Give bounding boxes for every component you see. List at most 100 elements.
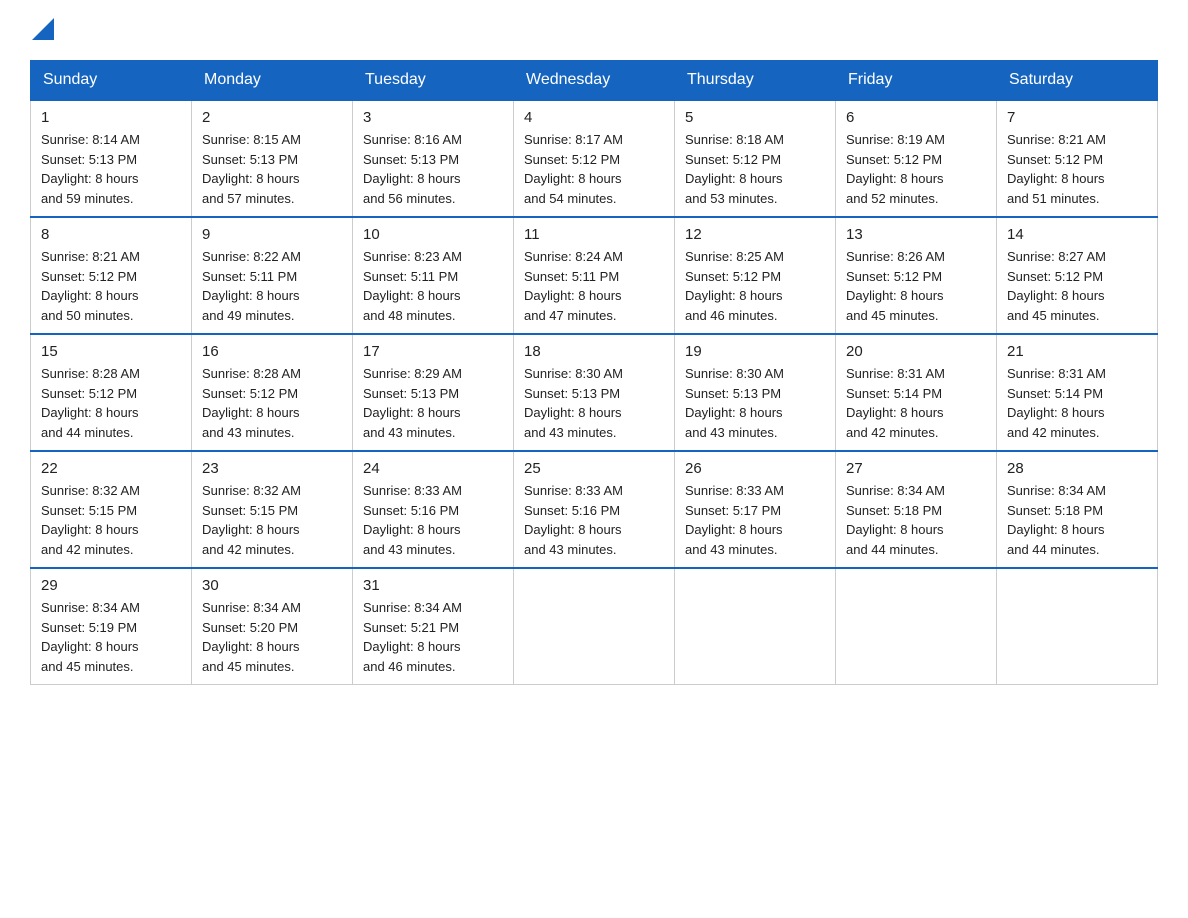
day-number: 31 <box>363 577 503 594</box>
weekday-header-wednesday: Wednesday <box>514 61 675 101</box>
day-info: Sunrise: 8:34 AMSunset: 5:21 PMDaylight:… <box>363 598 503 676</box>
weekday-header-tuesday: Tuesday <box>353 61 514 101</box>
day-info: Sunrise: 8:24 AMSunset: 5:11 PMDaylight:… <box>524 247 664 325</box>
calendar-cell: 12 Sunrise: 8:25 AMSunset: 5:12 PMDaylig… <box>675 217 836 334</box>
day-number: 4 <box>524 109 664 126</box>
calendar-cell <box>997 568 1158 685</box>
calendar-cell: 19 Sunrise: 8:30 AMSunset: 5:13 PMDaylig… <box>675 334 836 451</box>
day-number: 18 <box>524 343 664 360</box>
day-number: 20 <box>846 343 986 360</box>
day-number: 14 <box>1007 226 1147 243</box>
calendar-cell: 25 Sunrise: 8:33 AMSunset: 5:16 PMDaylig… <box>514 451 675 568</box>
calendar-week-row: 29 Sunrise: 8:34 AMSunset: 5:19 PMDaylig… <box>31 568 1158 685</box>
calendar-cell: 8 Sunrise: 8:21 AMSunset: 5:12 PMDayligh… <box>31 217 192 334</box>
calendar-cell: 1 Sunrise: 8:14 AMSunset: 5:13 PMDayligh… <box>31 100 192 217</box>
calendar-cell: 30 Sunrise: 8:34 AMSunset: 5:20 PMDaylig… <box>192 568 353 685</box>
day-info: Sunrise: 8:14 AMSunset: 5:13 PMDaylight:… <box>41 130 181 208</box>
calendar-cell: 13 Sunrise: 8:26 AMSunset: 5:12 PMDaylig… <box>836 217 997 334</box>
calendar-table: SundayMondayTuesdayWednesdayThursdayFrid… <box>30 60 1158 685</box>
calendar-cell: 6 Sunrise: 8:19 AMSunset: 5:12 PMDayligh… <box>836 100 997 217</box>
day-info: Sunrise: 8:23 AMSunset: 5:11 PMDaylight:… <box>363 247 503 325</box>
day-info: Sunrise: 8:31 AMSunset: 5:14 PMDaylight:… <box>1007 364 1147 442</box>
day-number: 9 <box>202 226 342 243</box>
day-info: Sunrise: 8:18 AMSunset: 5:12 PMDaylight:… <box>685 130 825 208</box>
calendar-cell: 7 Sunrise: 8:21 AMSunset: 5:12 PMDayligh… <box>997 100 1158 217</box>
day-info: Sunrise: 8:28 AMSunset: 5:12 PMDaylight:… <box>202 364 342 442</box>
calendar-cell: 10 Sunrise: 8:23 AMSunset: 5:11 PMDaylig… <box>353 217 514 334</box>
day-info: Sunrise: 8:31 AMSunset: 5:14 PMDaylight:… <box>846 364 986 442</box>
day-info: Sunrise: 8:33 AMSunset: 5:16 PMDaylight:… <box>524 481 664 559</box>
calendar-cell <box>836 568 997 685</box>
day-info: Sunrise: 8:21 AMSunset: 5:12 PMDaylight:… <box>1007 130 1147 208</box>
day-info: Sunrise: 8:34 AMSunset: 5:19 PMDaylight:… <box>41 598 181 676</box>
page-header <box>30 20 1158 40</box>
day-number: 15 <box>41 343 181 360</box>
calendar-cell: 2 Sunrise: 8:15 AMSunset: 5:13 PMDayligh… <box>192 100 353 217</box>
day-number: 7 <box>1007 109 1147 126</box>
calendar-cell: 27 Sunrise: 8:34 AMSunset: 5:18 PMDaylig… <box>836 451 997 568</box>
calendar-week-row: 22 Sunrise: 8:32 AMSunset: 5:15 PMDaylig… <box>31 451 1158 568</box>
day-number: 6 <box>846 109 986 126</box>
day-number: 22 <box>41 460 181 477</box>
day-info: Sunrise: 8:26 AMSunset: 5:12 PMDaylight:… <box>846 247 986 325</box>
weekday-header-monday: Monday <box>192 61 353 101</box>
calendar-cell: 23 Sunrise: 8:32 AMSunset: 5:15 PMDaylig… <box>192 451 353 568</box>
weekday-header-sunday: Sunday <box>31 61 192 101</box>
calendar-week-row: 8 Sunrise: 8:21 AMSunset: 5:12 PMDayligh… <box>31 217 1158 334</box>
calendar-cell: 28 Sunrise: 8:34 AMSunset: 5:18 PMDaylig… <box>997 451 1158 568</box>
day-info: Sunrise: 8:16 AMSunset: 5:13 PMDaylight:… <box>363 130 503 208</box>
day-info: Sunrise: 8:30 AMSunset: 5:13 PMDaylight:… <box>524 364 664 442</box>
calendar-cell: 24 Sunrise: 8:33 AMSunset: 5:16 PMDaylig… <box>353 451 514 568</box>
calendar-week-row: 15 Sunrise: 8:28 AMSunset: 5:12 PMDaylig… <box>31 334 1158 451</box>
calendar-cell: 14 Sunrise: 8:27 AMSunset: 5:12 PMDaylig… <box>997 217 1158 334</box>
day-number: 13 <box>846 226 986 243</box>
calendar-cell: 31 Sunrise: 8:34 AMSunset: 5:21 PMDaylig… <box>353 568 514 685</box>
calendar-cell: 15 Sunrise: 8:28 AMSunset: 5:12 PMDaylig… <box>31 334 192 451</box>
day-info: Sunrise: 8:28 AMSunset: 5:12 PMDaylight:… <box>41 364 181 442</box>
weekday-header-saturday: Saturday <box>997 61 1158 101</box>
day-info: Sunrise: 8:15 AMSunset: 5:13 PMDaylight:… <box>202 130 342 208</box>
day-number: 11 <box>524 226 664 243</box>
day-number: 10 <box>363 226 503 243</box>
day-info: Sunrise: 8:25 AMSunset: 5:12 PMDaylight:… <box>685 247 825 325</box>
day-info: Sunrise: 8:21 AMSunset: 5:12 PMDaylight:… <box>41 247 181 325</box>
day-number: 16 <box>202 343 342 360</box>
day-info: Sunrise: 8:34 AMSunset: 5:18 PMDaylight:… <box>846 481 986 559</box>
calendar-cell: 16 Sunrise: 8:28 AMSunset: 5:12 PMDaylig… <box>192 334 353 451</box>
day-info: Sunrise: 8:22 AMSunset: 5:11 PMDaylight:… <box>202 247 342 325</box>
day-number: 24 <box>363 460 503 477</box>
day-info: Sunrise: 8:32 AMSunset: 5:15 PMDaylight:… <box>41 481 181 559</box>
calendar-cell: 4 Sunrise: 8:17 AMSunset: 5:12 PMDayligh… <box>514 100 675 217</box>
logo-triangle-icon <box>32 18 54 40</box>
day-number: 29 <box>41 577 181 594</box>
calendar-cell: 11 Sunrise: 8:24 AMSunset: 5:11 PMDaylig… <box>514 217 675 334</box>
weekday-header-friday: Friday <box>836 61 997 101</box>
day-number: 1 <box>41 109 181 126</box>
day-number: 3 <box>363 109 503 126</box>
day-number: 27 <box>846 460 986 477</box>
calendar-cell: 29 Sunrise: 8:34 AMSunset: 5:19 PMDaylig… <box>31 568 192 685</box>
day-number: 12 <box>685 226 825 243</box>
calendar-body: 1 Sunrise: 8:14 AMSunset: 5:13 PMDayligh… <box>31 100 1158 685</box>
calendar-header: SundayMondayTuesdayWednesdayThursdayFrid… <box>31 61 1158 101</box>
day-info: Sunrise: 8:30 AMSunset: 5:13 PMDaylight:… <box>685 364 825 442</box>
day-number: 17 <box>363 343 503 360</box>
day-info: Sunrise: 8:34 AMSunset: 5:20 PMDaylight:… <box>202 598 342 676</box>
day-number: 2 <box>202 109 342 126</box>
calendar-cell: 22 Sunrise: 8:32 AMSunset: 5:15 PMDaylig… <box>31 451 192 568</box>
day-number: 30 <box>202 577 342 594</box>
calendar-cell: 5 Sunrise: 8:18 AMSunset: 5:12 PMDayligh… <box>675 100 836 217</box>
calendar-cell: 20 Sunrise: 8:31 AMSunset: 5:14 PMDaylig… <box>836 334 997 451</box>
day-info: Sunrise: 8:29 AMSunset: 5:13 PMDaylight:… <box>363 364 503 442</box>
day-number: 28 <box>1007 460 1147 477</box>
day-info: Sunrise: 8:27 AMSunset: 5:12 PMDaylight:… <box>1007 247 1147 325</box>
day-number: 19 <box>685 343 825 360</box>
calendar-cell: 18 Sunrise: 8:30 AMSunset: 5:13 PMDaylig… <box>514 334 675 451</box>
day-info: Sunrise: 8:34 AMSunset: 5:18 PMDaylight:… <box>1007 481 1147 559</box>
day-number: 25 <box>524 460 664 477</box>
day-info: Sunrise: 8:19 AMSunset: 5:12 PMDaylight:… <box>846 130 986 208</box>
calendar-cell: 17 Sunrise: 8:29 AMSunset: 5:13 PMDaylig… <box>353 334 514 451</box>
calendar-cell: 21 Sunrise: 8:31 AMSunset: 5:14 PMDaylig… <box>997 334 1158 451</box>
day-info: Sunrise: 8:32 AMSunset: 5:15 PMDaylight:… <box>202 481 342 559</box>
weekday-header-thursday: Thursday <box>675 61 836 101</box>
